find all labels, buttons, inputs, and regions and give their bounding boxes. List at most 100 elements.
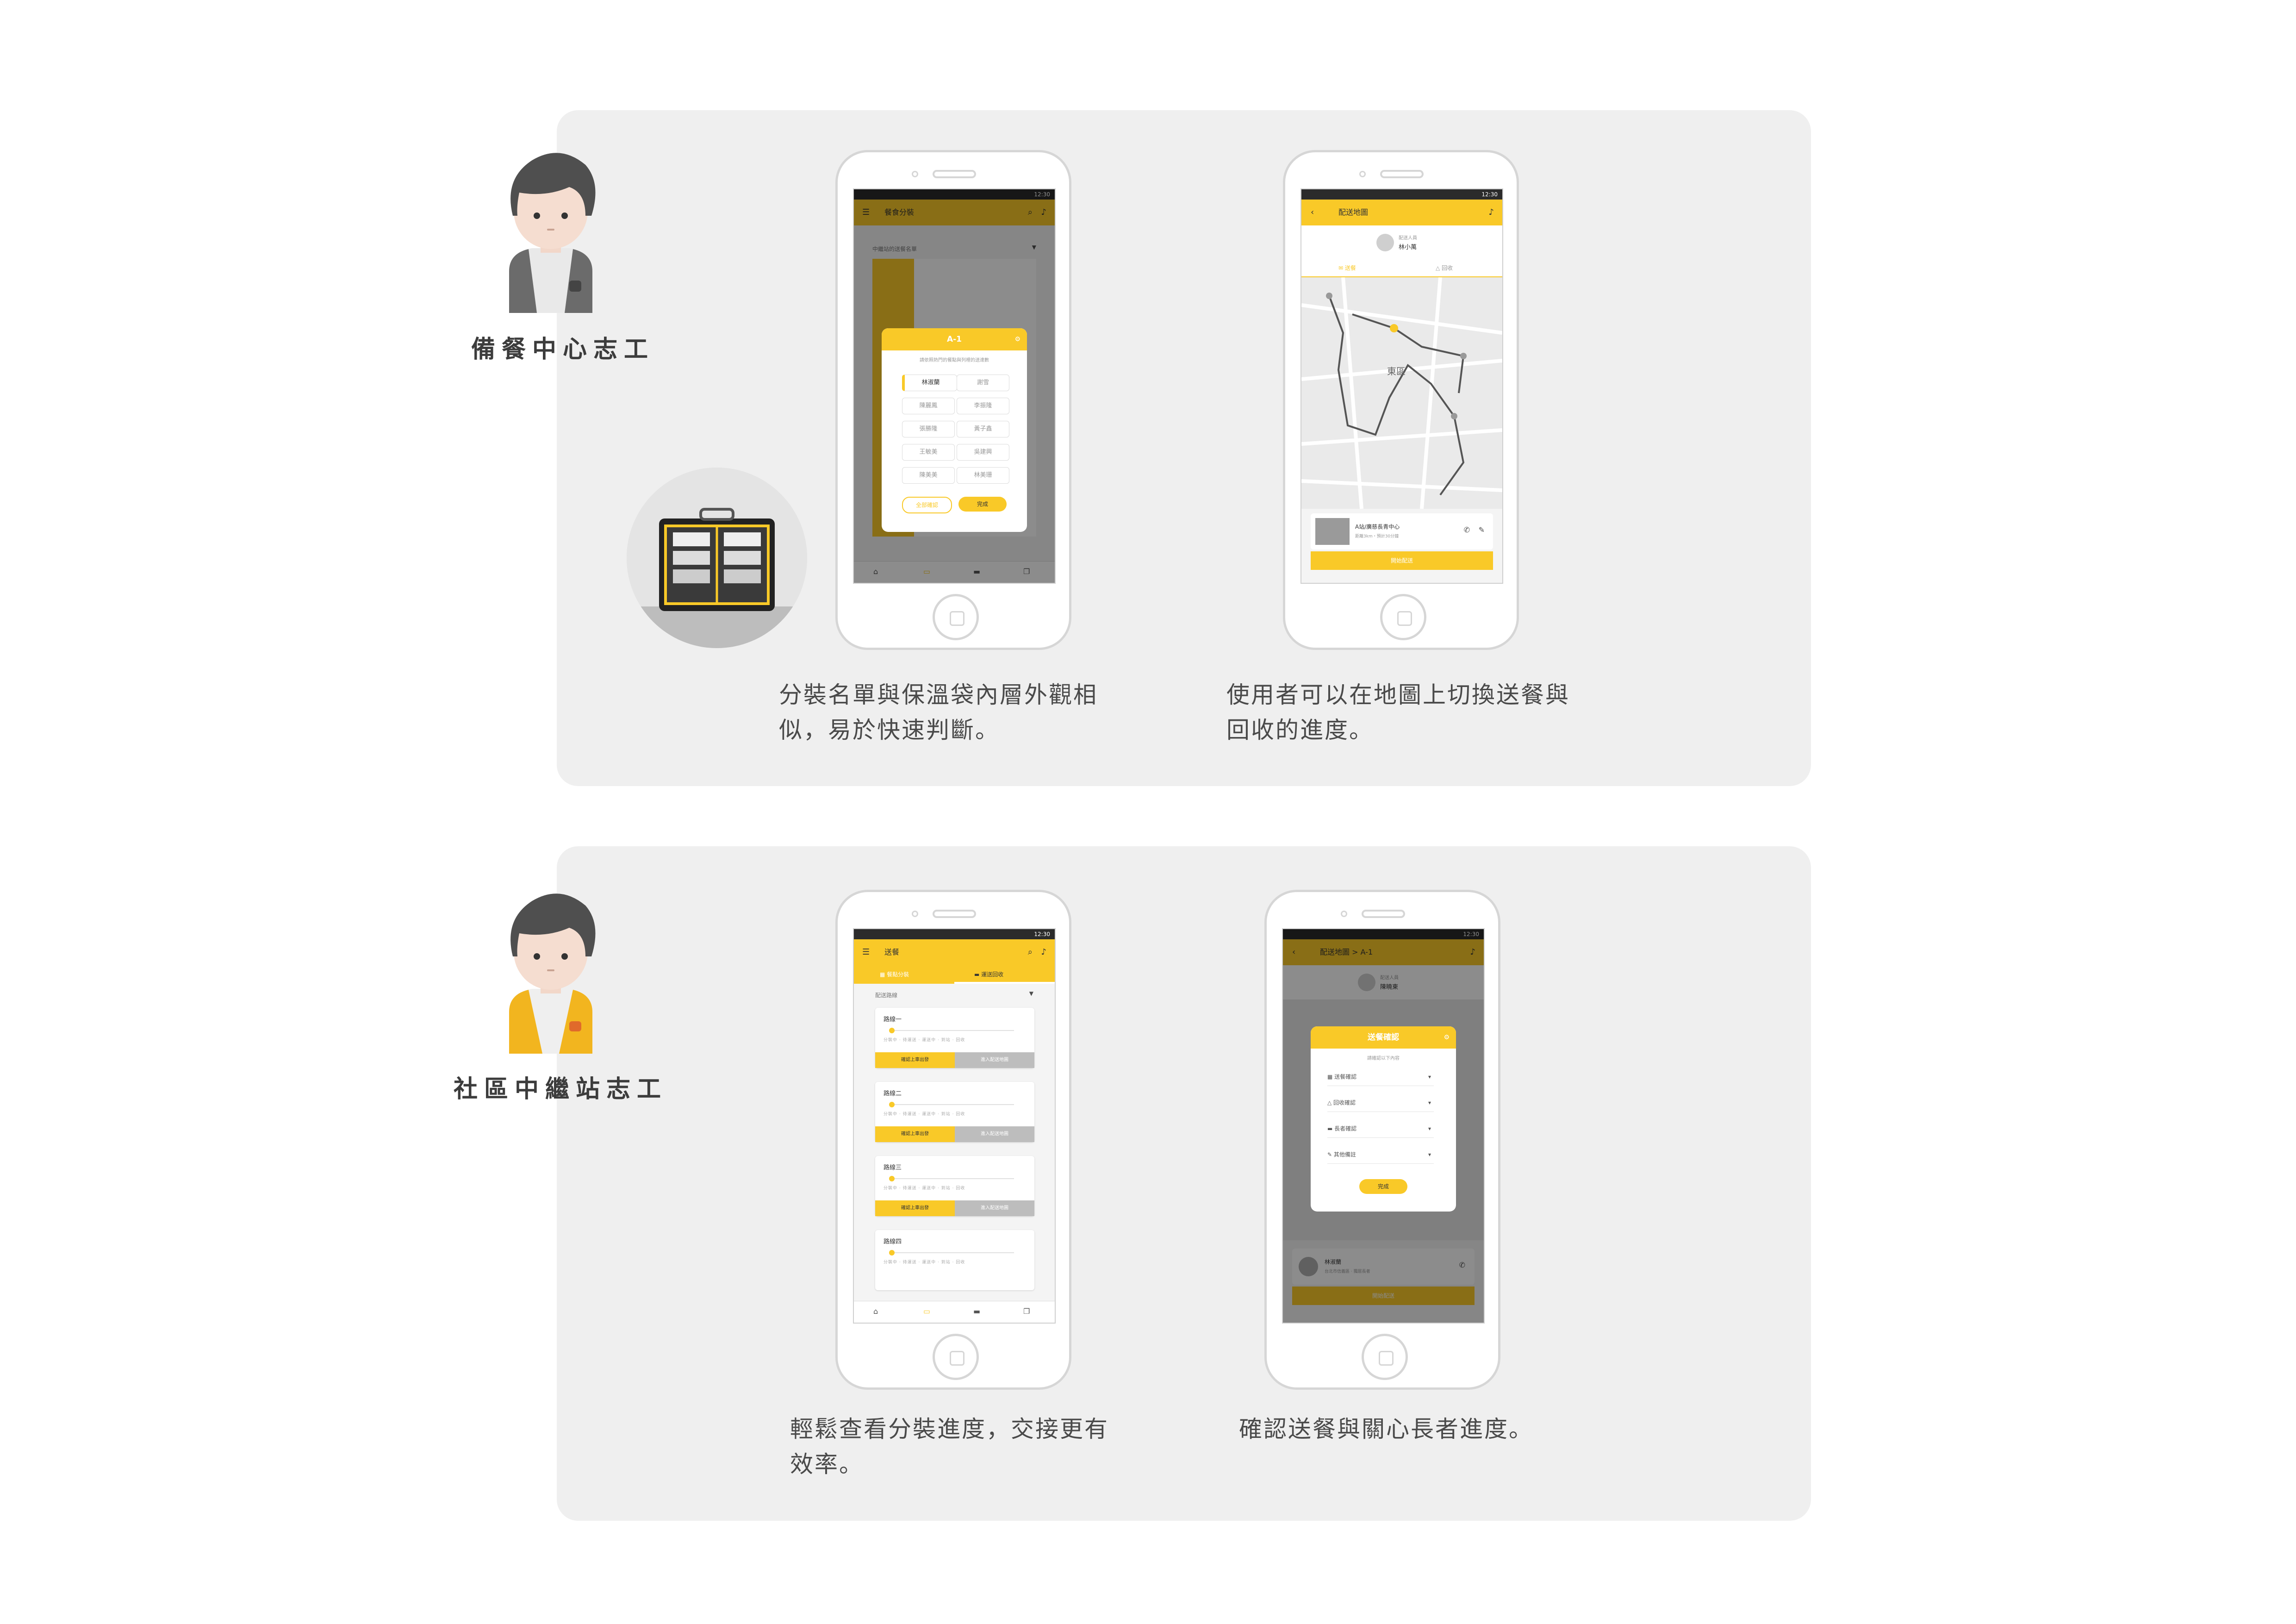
caption-routes: 輕鬆查看分裝進度，交接更有效率。 <box>790 1416 1109 1478</box>
route-card[interactable]: 路線一 分裝中 · 待運送 · 運送中 · 到站 · 回收 確認上車出發 進入配… <box>875 1008 1034 1068</box>
tab-recycle[interactable]: △ 回收 <box>1436 264 1453 272</box>
search-icon[interactable]: ⌕ <box>1028 939 1033 965</box>
tab-packing[interactable]: ▦ 餐點分裝 <box>880 970 909 978</box>
open-map-button[interactable]: 進入配送地圖 <box>955 1200 1034 1216</box>
stop-photo <box>1315 518 1350 545</box>
confirm-row[interactable]: ▦ 送餐確認 ▾ <box>1327 1068 1434 1086</box>
route-title: 路線三 <box>884 1164 902 1171</box>
name-chip[interactable]: 王敏美 <box>902 444 955 461</box>
courier-bar: 配送人員 林小萬 <box>1301 225 1502 260</box>
settings-icon[interactable]: ⚙ <box>1014 328 1020 350</box>
name-chip[interactable]: 李振隆 <box>957 398 1009 414</box>
app-title: 配送地圖 <box>1338 208 1369 217</box>
name-chip[interactable]: 陳麗鳳 <box>902 398 955 414</box>
name-chip[interactable]: 張勝隆 <box>902 421 955 437</box>
avatar <box>1376 234 1394 251</box>
open-map-button[interactable]: 進入配送地圖 <box>955 1052 1034 1068</box>
progress-track <box>889 1030 1014 1031</box>
confirm-row[interactable]: ▬ 長者確認 ▾ <box>1327 1120 1434 1138</box>
settings-icon[interactable]: ⚙ <box>1444 1026 1450 1049</box>
phone-camera <box>1359 171 1366 177</box>
map-screen: 12:30 ‹ 配送地圖 ♪ 配送人員 林小萬 ✉ 送餐 △ 回收 東區 A站/… <box>1300 188 1503 584</box>
route-steps: 分裝中 · 待運送 · 運送中 · 到站 · 回收 <box>884 1038 965 1043</box>
copy-icon[interactable]: ❐ <box>1023 1307 1030 1316</box>
edit-icon[interactable]: ✎ <box>1479 525 1485 534</box>
map-tabs: ✉ 送餐 △ 回收 <box>1301 260 1502 278</box>
route-card[interactable]: 路線三 分裝中 · 待運送 · 運送中 · 到站 · 回收 確認上車出發 進入配… <box>875 1156 1034 1216</box>
name-chip[interactable]: 林淑蘭 <box>902 375 957 391</box>
bottom-tab-bar: ⌂ ▭ ▬ ❐ <box>854 1301 1055 1323</box>
phone-icon[interactable]: ✆ <box>1464 525 1470 534</box>
done-button[interactable]: 完成 <box>958 497 1007 512</box>
depart-button[interactable]: 確認上車出發 <box>875 1126 955 1142</box>
route-steps: 分裝中 · 待運送 · 運送中 · 到站 · 回收 <box>884 1112 965 1117</box>
insulated-bag-photo <box>627 468 807 648</box>
role-label-relay: 社區中繼站志工 <box>454 1075 668 1103</box>
open-map-button[interactable]: 進入配送地圖 <box>955 1126 1034 1142</box>
route-card[interactable]: 路線四 分裝中 · 待運送 · 運送中 · 到站 · 回收 <box>875 1230 1034 1290</box>
progress-dot <box>889 1250 895 1255</box>
start-delivery-button[interactable]: 開始配送 <box>1311 551 1493 570</box>
role-label-kitchen: 備餐中心志工 <box>471 336 655 363</box>
modal-title: 送餐確認 ⚙ <box>1311 1026 1456 1049</box>
home-button[interactable] <box>1362 1334 1408 1380</box>
stop-name: A站/廣慈長青中心 <box>1355 524 1400 530</box>
stop-card[interactable]: A站/廣慈長青中心 距離3km・預計30分鐘 ✆ ✎ <box>1311 513 1493 550</box>
home-button[interactable] <box>933 594 979 640</box>
depart-button[interactable]: 確認上車出發 <box>875 1200 955 1216</box>
relay-volunteer-avatar-icon <box>509 893 596 1054</box>
progress-track <box>889 1104 1014 1105</box>
modal-hint: 請確認以下內容 <box>1367 1056 1400 1061</box>
confirm-row[interactable]: ✎ 其他備註 ▾ <box>1327 1146 1434 1164</box>
chevron-down-icon[interactable]: ▼ <box>1029 990 1033 997</box>
chevron-down-icon: ▾ <box>1428 1074 1431 1080</box>
tab-indicator <box>954 982 1055 984</box>
back-arrow-icon[interactable]: ‹ <box>1311 200 1314 225</box>
section-panel-relay <box>557 846 1811 1521</box>
route-filter[interactable]: 配送路線 <box>875 991 897 999</box>
phone-camera <box>912 911 918 917</box>
name-chip[interactable]: 謝雪 <box>957 375 1009 391</box>
progress-dot <box>889 1028 895 1033</box>
confirm-all-button[interactable]: 全部確認 <box>902 497 952 513</box>
depart-button[interactable]: 確認上車出發 <box>875 1052 955 1068</box>
bell-icon[interactable]: ♪ <box>1041 939 1047 965</box>
kitchen-volunteer-avatar-icon <box>509 153 596 313</box>
box-icon[interactable]: ▭ <box>923 1307 930 1316</box>
home-button[interactable] <box>933 1334 979 1380</box>
name-chip[interactable]: 吳建興 <box>957 444 1009 461</box>
phone-speaker <box>933 910 976 918</box>
tab-transport[interactable]: ▬ 運送回收 <box>974 970 1003 978</box>
home-button[interactable] <box>1380 594 1426 640</box>
name-chip[interactable]: 陳美美 <box>902 467 955 484</box>
route-card[interactable]: 路線二 分裝中 · 待運送 · 運送中 · 到站 · 回收 確認上車出發 進入配… <box>875 1082 1034 1142</box>
caption-confirm: 確認送餐與關心長者進度。 <box>1239 1416 1533 1443</box>
status-bar: 12:30 <box>1301 189 1502 200</box>
chevron-down-icon: ▾ <box>1428 1151 1431 1158</box>
home-icon[interactable]: ⌂ <box>873 1307 878 1316</box>
bell-icon[interactable]: ♪ <box>1489 200 1494 225</box>
phone-mockup-routes: 12:30 ☰ 送餐 ⌕ ♪ ▦ 餐點分裝 ▬ 運送回收 配送路線 ▼ 路線一 … <box>835 890 1071 1390</box>
caption-packing: 分裝名單與保溫袋內層外觀相似，易於快速判斷。 <box>779 681 1098 743</box>
modal-title: A-1 ⚙ <box>882 328 1027 350</box>
delivery-map[interactable]: 東區 <box>1301 277 1502 509</box>
phone-mockup-map: 12:30 ‹ 配送地圖 ♪ 配送人員 林小萬 ✉ 送餐 △ 回收 東區 A站/… <box>1283 150 1519 650</box>
route-steps: 分裝中 · 待運送 · 運送中 · 到站 · 回收 <box>884 1186 965 1191</box>
name-chip[interactable]: 林美珊 <box>957 467 1009 484</box>
menu-icon[interactable]: ☰ <box>862 939 870 965</box>
done-button[interactable]: 完成 <box>1359 1179 1407 1194</box>
status-bar: 12:30 <box>854 929 1055 939</box>
route-title: 路線二 <box>884 1090 902 1097</box>
courier-role: 配送人員 <box>1399 236 1417 241</box>
packing-screen: 12:30 ☰ 餐食分裝 ⌕ ♪ 中繼站的送餐名單 ▼ ⌂ ▭ ▬ ❐ A-1 … <box>853 188 1056 584</box>
tab-delivery[interactable]: ✉ 送餐 <box>1338 264 1356 272</box>
phone-speaker <box>1380 170 1424 178</box>
name-chip[interactable]: 黃子鑫 <box>957 421 1009 437</box>
progress-dot <box>889 1102 895 1107</box>
confirm-row[interactable]: △ 回收確認 ▾ <box>1327 1094 1434 1112</box>
delivery-confirm-modal: 送餐確認 ⚙ 請確認以下內容 ▦ 送餐確認 ▾ △ 回收確認 ▾ ▬ 長者確認 ▾ ✎… <box>1311 1026 1456 1212</box>
app-bar: ‹ 配送地圖 ♪ <box>1301 200 1502 225</box>
modal-hint: 請依照熱門的餐點與列裡的送達數 <box>920 358 989 363</box>
courier-name: 林小萬 <box>1399 244 1417 251</box>
truck-icon[interactable]: ▬ <box>973 1307 980 1316</box>
